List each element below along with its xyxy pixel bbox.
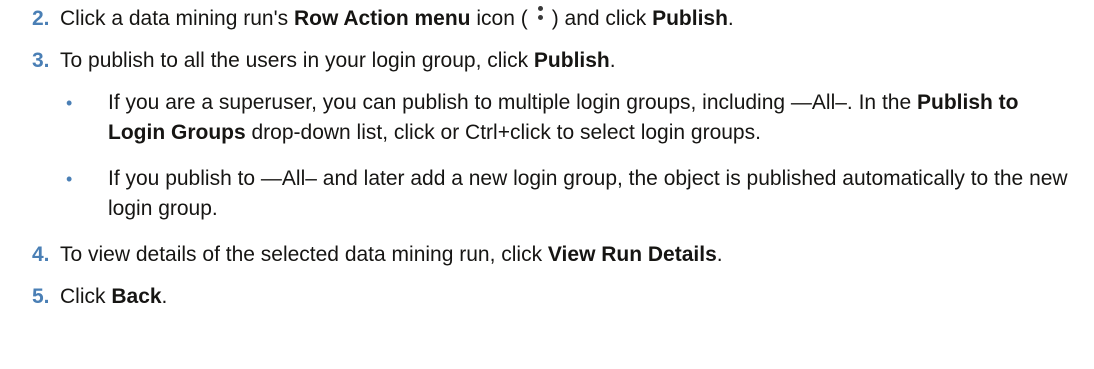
step-text: Click a data mining run's: [60, 7, 294, 30]
bullet-text: If you are a superuser, you can publish …: [108, 91, 917, 114]
publish-label: Publish: [533, 49, 610, 72]
step-number: 4.: [32, 243, 50, 266]
step-text: .: [716, 243, 723, 266]
sub-bullet-list: • If you are a superuser, you can publis…: [60, 88, 1094, 224]
step-text: Click: [60, 285, 112, 308]
vertical-ellipsis-icon: [529, 4, 551, 28]
bullet-text: drop-down list, click or Ctrl+click to s…: [245, 121, 761, 144]
step-text: .: [609, 49, 616, 72]
list-item: • If you publish to —All– and later add …: [60, 164, 1094, 224]
bullet-icon: •: [66, 93, 73, 113]
publish-label: Publish: [652, 7, 728, 30]
step-number: 2.: [32, 7, 50, 30]
step-3: 3. To publish to all the users in your l…: [0, 46, 1094, 224]
step-text: icon (: [470, 7, 528, 30]
step-text: ) and click: [551, 7, 653, 30]
step-number: 5.: [32, 285, 50, 308]
step-text: .: [161, 285, 168, 308]
step-4: 4. To view details of the selected data …: [0, 240, 1094, 270]
step-text: .: [727, 7, 734, 30]
bullet-text: If you publish to —All– and later add a …: [108, 167, 1068, 220]
procedure-steps: 2. Click a data mining run's Row Action …: [0, 0, 1094, 312]
step-text: To publish to all the users in your logi…: [60, 49, 534, 72]
bullet-icon: •: [66, 169, 73, 189]
step-5: 5. Click Back.: [0, 282, 1094, 312]
step-2: 2. Click a data mining run's Row Action …: [0, 4, 1094, 34]
back-label: Back: [111, 285, 162, 308]
step-text: To view details of the selected data min…: [60, 243, 548, 266]
row-action-menu-label: Row Action menu: [293, 7, 471, 30]
step-number: 3.: [32, 49, 50, 72]
list-item: • If you are a superuser, you can publis…: [60, 88, 1094, 148]
view-run-details-label: View Run Details: [547, 243, 717, 266]
